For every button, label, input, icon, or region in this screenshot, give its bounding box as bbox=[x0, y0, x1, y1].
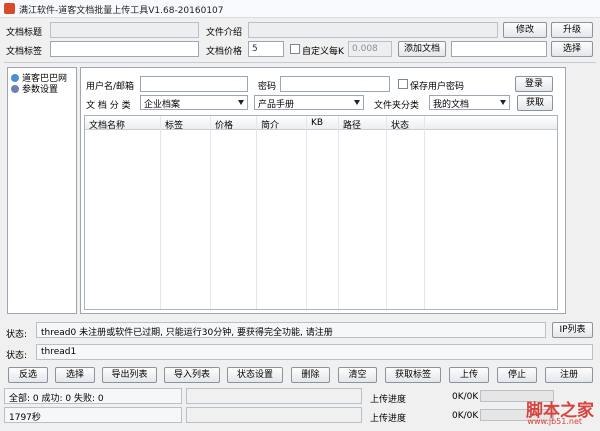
document-table[interactable]: 文档名称 标签 价格 简介 KB 路径 状态 bbox=[84, 115, 558, 310]
delete-button[interactable]: 删除 bbox=[291, 367, 330, 383]
upload-progress-label-2: 上传进度 bbox=[370, 414, 407, 424]
tree-item-settings[interactable]: 参数设置 bbox=[11, 82, 58, 95]
upgrade-button[interactable]: 升级 bbox=[551, 22, 593, 38]
add-doc-button[interactable]: 添加文档 bbox=[398, 41, 446, 57]
invert-selection-button[interactable]: 反选 bbox=[8, 367, 48, 383]
footer-blank-1 bbox=[186, 388, 362, 404]
doc-tag-label: 文档标签 bbox=[6, 47, 43, 57]
status-label-1: 状态: bbox=[6, 330, 28, 340]
window-title: 满江软件-道客文档批量上传工具V1.68-20160107 bbox=[19, 6, 224, 16]
column-header[interactable]: 简介 bbox=[257, 116, 307, 309]
custom-per-k-checkbox[interactable] bbox=[290, 44, 300, 54]
elapsed-field: 1797秒 bbox=[4, 407, 182, 423]
category-select-1[interactable]: 企业档案 bbox=[140, 95, 248, 110]
status-label-2: 状态: bbox=[6, 351, 28, 361]
doc-tag-field[interactable] bbox=[50, 41, 199, 57]
select-button[interactable]: 选择 bbox=[551, 41, 593, 57]
doc-title-field[interactable] bbox=[50, 22, 199, 38]
summary-field: 全部: 0 成功: 0 失败: 0 bbox=[4, 388, 182, 404]
chevron-down-icon bbox=[354, 100, 360, 105]
select-path-field[interactable] bbox=[451, 41, 547, 57]
chevron-down-icon bbox=[238, 100, 244, 105]
upload-progress-text-1: 0K/0K bbox=[452, 392, 479, 402]
custom-per-k-label: 自定义每K bbox=[302, 47, 344, 57]
doc-price-field[interactable]: 5 bbox=[248, 41, 284, 57]
category-select-2[interactable]: 产品手册 bbox=[254, 95, 364, 110]
doc-price-label: 文档价格 bbox=[206, 47, 243, 57]
column-header[interactable]: KB bbox=[307, 116, 339, 309]
doc-category-label: 文 档 分 类 bbox=[86, 101, 131, 111]
status-settings-button[interactable]: 状态设置 bbox=[227, 367, 283, 383]
fetch-button[interactable]: 获取 bbox=[517, 95, 553, 111]
file-desc-field[interactable] bbox=[248, 22, 498, 38]
stop-button[interactable]: 停止 bbox=[497, 367, 537, 383]
user-field[interactable] bbox=[140, 76, 248, 92]
password-field[interactable] bbox=[280, 76, 390, 92]
folder-category-label: 文件夹分类 bbox=[374, 101, 420, 111]
watermark-url: www.jb51.net bbox=[527, 417, 582, 426]
upload-progress-label-1: 上传进度 bbox=[370, 395, 407, 405]
column-header[interactable]: 状态 bbox=[387, 116, 425, 309]
save-password-label: 保存用户密码 bbox=[410, 82, 465, 92]
top-divider bbox=[4, 62, 596, 63]
doc-title-label: 文档标题 bbox=[6, 28, 43, 38]
upload-button[interactable]: 上传 bbox=[449, 367, 489, 383]
fetch-tags-button[interactable]: 获取标签 bbox=[385, 367, 441, 383]
app-icon bbox=[4, 3, 15, 14]
user-label: 用户名/邮箱 bbox=[86, 82, 135, 92]
login-button[interactable]: 登录 bbox=[515, 76, 553, 92]
custom-per-k-field[interactable]: 0.008 bbox=[348, 41, 392, 57]
footer-blank-2 bbox=[186, 407, 362, 423]
import-list-button[interactable]: 导入列表 bbox=[164, 367, 220, 383]
column-header[interactable]: 文档名称 bbox=[85, 116, 161, 309]
chevron-down-icon bbox=[500, 100, 506, 105]
site-tree[interactable]: 道客巴巴网 参数设置 bbox=[7, 67, 77, 314]
select-all-button[interactable]: 选择 bbox=[55, 367, 95, 383]
export-list-button[interactable]: 导出列表 bbox=[102, 367, 157, 383]
column-header[interactable]: 价格 bbox=[211, 116, 257, 309]
status-text-2: thread1 bbox=[36, 344, 593, 360]
register-button[interactable]: 注册 bbox=[545, 367, 593, 383]
globe-icon bbox=[11, 74, 19, 82]
file-desc-label: 文件介绍 bbox=[206, 28, 243, 38]
password-label: 密码 bbox=[258, 82, 277, 92]
modify-button[interactable]: 修改 bbox=[503, 22, 547, 38]
status-text-1: thread0 未注册或软件已过期, 只能运行30分钟, 要获得完全功能, 请注… bbox=[36, 322, 546, 338]
gear-icon bbox=[11, 85, 19, 93]
save-password-checkbox[interactable] bbox=[398, 79, 408, 89]
column-header[interactable]: 路径 bbox=[339, 116, 387, 309]
column-header[interactable]: 标签 bbox=[161, 116, 211, 309]
folder-select[interactable]: 我的文档 bbox=[429, 95, 510, 110]
ip-list-button[interactable]: IP列表 bbox=[552, 322, 593, 338]
upload-progress-text-2: 0K/0K bbox=[452, 411, 479, 421]
clear-button[interactable]: 清空 bbox=[338, 367, 377, 383]
